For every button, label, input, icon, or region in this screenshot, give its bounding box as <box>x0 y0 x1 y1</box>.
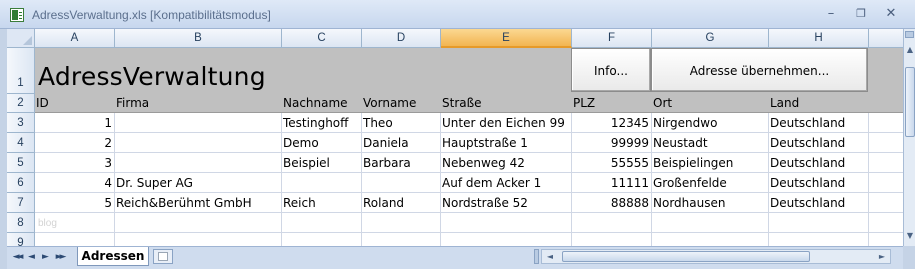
insert-sheet-icon[interactable] <box>153 249 173 264</box>
column-header-c[interactable]: C <box>282 29 362 48</box>
watermark-text: blog <box>38 218 57 229</box>
cell-plz[interactable]: 55555 <box>572 153 649 173</box>
gridline <box>868 113 869 246</box>
cell-ort[interactable]: Nirgendwo <box>653 113 717 133</box>
next-sheet-icon[interactable]: ► <box>40 250 51 264</box>
gridline <box>361 113 362 246</box>
column-header-h[interactable]: H <box>769 29 869 48</box>
row-header-7[interactable]: 7 <box>7 193 35 213</box>
header-id: ID <box>36 96 49 110</box>
gridline <box>35 232 903 233</box>
sheet-tab-bar: ◄◄ ◄ ► ►► Adressen ◄ ► <box>7 246 903 269</box>
adopt-address-button[interactable]: Adresse übernehmen... <box>651 48 868 92</box>
row-header-6[interactable]: 6 <box>7 173 35 193</box>
cell-nachname[interactable]: Reich <box>283 193 316 213</box>
gridline <box>281 113 282 246</box>
split-handle[interactable] <box>905 31 914 38</box>
cell-ort[interactable]: Nordhausen <box>653 193 725 213</box>
header-vorname: Vorname <box>363 96 417 110</box>
row-header-5[interactable]: 5 <box>7 153 35 173</box>
scroll-left-icon[interactable]: ◄ <box>544 250 556 263</box>
cell-firma[interactable]: Dr. Super AG <box>116 173 193 193</box>
cell-land[interactable]: Deutschland <box>770 193 845 213</box>
cell-ort[interactable]: Neustadt <box>653 133 708 153</box>
cell-nachname[interactable]: Demo <box>283 133 319 153</box>
header-ort: Ort <box>653 96 673 110</box>
header-plz: PLZ <box>573 96 596 110</box>
row-header-9[interactable]: 9 <box>7 233 35 246</box>
header-land: Land <box>770 96 800 110</box>
cell-ort[interactable]: Großenfelde <box>653 173 727 193</box>
cell-land[interactable]: Deutschland <box>770 133 845 153</box>
minimize-button[interactable]: – <box>822 6 840 22</box>
excel-icon[interactable] <box>10 8 24 22</box>
cell-plz[interactable]: 88888 <box>572 193 649 213</box>
cell-id[interactable]: 3 <box>35 153 112 173</box>
column-header-d[interactable]: D <box>362 29 441 48</box>
vertical-scrollbar[interactable]: ▲ ▼ <box>903 29 915 246</box>
cell-vorname[interactable]: Roland <box>363 193 404 213</box>
cell-land[interactable]: Deutschland <box>770 113 845 133</box>
column-header-a[interactable]: A <box>35 29 115 48</box>
cell-strasse[interactable]: Nordstraße 52 <box>442 193 528 213</box>
cell-land[interactable]: Deutschland <box>770 173 845 193</box>
cell-firma[interactable]: Reich&Berühmt GmbH <box>116 193 252 213</box>
cell-strasse[interactable]: Nebenweg 42 <box>442 153 525 173</box>
gridline <box>768 113 769 246</box>
cell-strasse[interactable]: Hauptstraße 1 <box>442 133 528 153</box>
scroll-right-icon[interactable]: ► <box>876 250 888 263</box>
last-sheet-icon[interactable]: ►► <box>54 250 67 264</box>
row-header-2[interactable]: 2 <box>7 94 35 113</box>
row-header-8[interactable]: 8 <box>7 213 35 233</box>
vertical-scroll-thumb[interactable] <box>905 67 915 137</box>
column-header-i[interactable] <box>869 29 903 48</box>
header-firma: Firma <box>116 96 150 110</box>
column-header-b[interactable]: B <box>115 29 282 48</box>
cell-id[interactable]: 2 <box>35 133 112 153</box>
row-header-3[interactable]: 3 <box>7 113 35 133</box>
scroll-up-icon[interactable]: ▲ <box>905 43 915 57</box>
sheet-title: AdressVerwaltung <box>38 62 266 91</box>
header-nachname: Nachname <box>283 96 348 110</box>
gridline <box>651 113 652 246</box>
cell-nachname[interactable]: Testinghoff <box>283 113 348 133</box>
cell-plz[interactable]: 99999 <box>572 133 649 153</box>
cell-nachname[interactable]: Beispiel <box>283 153 330 173</box>
info-button[interactable]: Info... <box>571 48 651 92</box>
select-all-corner[interactable] <box>7 29 35 48</box>
cell-id[interactable]: 4 <box>35 173 112 193</box>
horizontal-scroll-thumb[interactable] <box>562 251 810 262</box>
column-header-g[interactable]: G <box>652 29 769 48</box>
gridline <box>440 113 441 246</box>
cell-ort[interactable]: Beispielingen <box>653 153 733 173</box>
cell-id[interactable]: 5 <box>35 193 112 213</box>
row-header-4[interactable]: 4 <box>7 133 35 153</box>
cell-strasse[interactable]: Unter den Eichen 99 <box>442 113 565 133</box>
sheet-tab-adressen[interactable]: Adressen <box>77 247 149 266</box>
cell-plz[interactable]: 12345 <box>572 113 649 133</box>
window-titlebar: AdressVerwaltung.xls [Kompatibilitätsmod… <box>0 0 915 29</box>
cell-vorname[interactable]: Theo <box>363 113 393 133</box>
prev-sheet-icon[interactable]: ◄ <box>26 250 37 264</box>
header-strasse: Straße <box>442 96 482 110</box>
cell-vorname[interactable]: Barbara <box>363 153 411 173</box>
cell-land[interactable]: Deutschland <box>770 153 845 173</box>
cell-strasse[interactable]: Auf dem Acker 1 <box>442 173 541 193</box>
worksheet-grid[interactable]: A B C D E F G H 1 2 3 4 5 6 7 8 9 Adress… <box>7 29 903 246</box>
gridline <box>114 113 115 246</box>
first-sheet-icon[interactable]: ◄◄ <box>11 250 24 264</box>
window-title: AdressVerwaltung.xls [Kompatibilitätsmod… <box>32 8 271 22</box>
restore-button[interactable]: ❐ <box>852 6 870 22</box>
column-header-f[interactable]: F <box>572 29 652 48</box>
cell-plz[interactable]: 11111 <box>572 173 649 193</box>
close-button[interactable]: ✕ <box>882 6 900 22</box>
cell-id[interactable]: 1 <box>35 113 112 133</box>
scroll-down-icon[interactable]: ▼ <box>905 229 915 243</box>
tab-split-handle[interactable] <box>534 249 539 264</box>
row-header-1[interactable]: 1 <box>7 48 35 94</box>
cell-vorname[interactable]: Daniela <box>363 133 409 153</box>
column-header-e[interactable]: E <box>441 29 572 48</box>
horizontal-scrollbar[interactable]: ◄ ► <box>541 249 891 264</box>
